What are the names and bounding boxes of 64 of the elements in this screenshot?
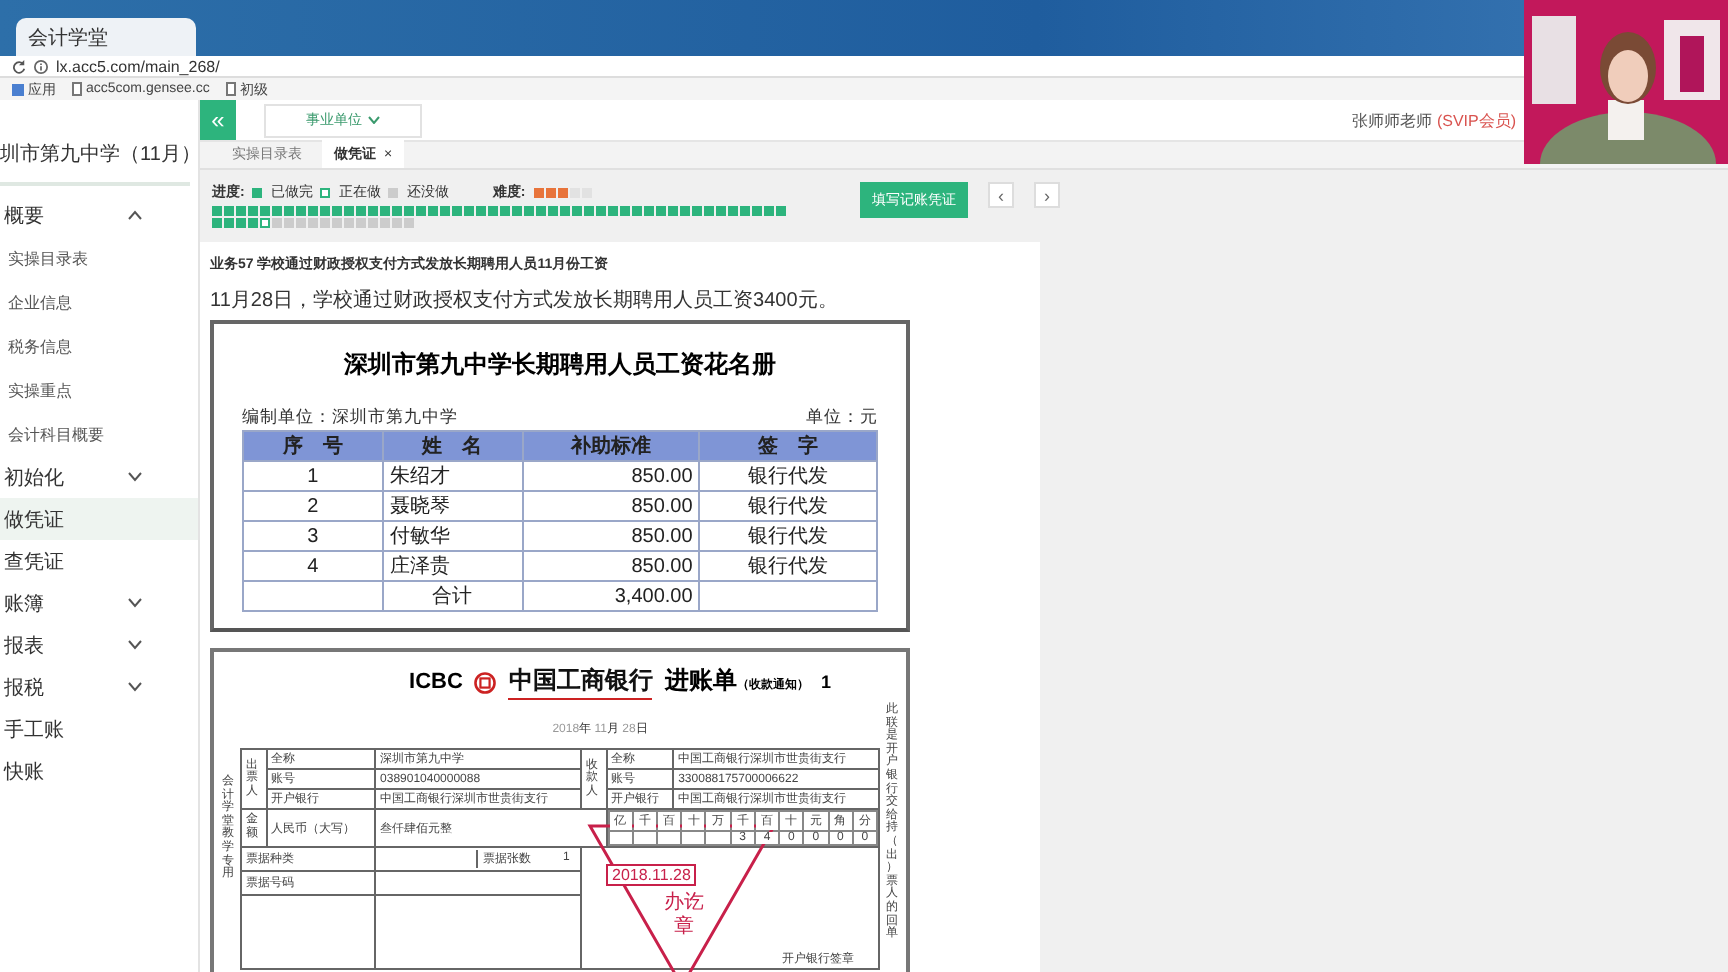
chevron-down-icon[interactable] bbox=[128, 640, 142, 650]
sidebar-subitem[interactable]: 企业信息 bbox=[0, 280, 198, 324]
bank-mark: ICBC bbox=[409, 670, 463, 694]
stamp-date: 2018.11.28 bbox=[606, 864, 697, 886]
table-cell: 3 bbox=[243, 521, 383, 551]
info-icon bbox=[34, 59, 48, 73]
user-name: 张师师老师 (SVIP会员) bbox=[1352, 109, 1516, 131]
table-cell: 银行代发 bbox=[699, 551, 877, 581]
reload-icon[interactable] bbox=[12, 59, 26, 73]
sidebar-item[interactable]: 查凭证 bbox=[0, 540, 198, 582]
table-cell: 850.00 bbox=[522, 461, 700, 491]
task-description: 11月28日，学校通过财政授权支付方式发放长期聘用人员工资3400元。 bbox=[210, 287, 840, 314]
next-button[interactable]: › bbox=[1034, 182, 1060, 208]
sidebar-item[interactable]: 做凭证 bbox=[0, 498, 198, 540]
browser-tab[interactable]: 会计学堂 bbox=[16, 18, 196, 56]
unit-label: 编制单位：深圳市第九中学 bbox=[242, 406, 458, 430]
sidebar-subitem[interactable]: 税务信息 bbox=[0, 324, 198, 368]
company-title: 圳市第九中学（11月） bbox=[0, 140, 190, 186]
table-cell: 银行代发 bbox=[699, 521, 877, 551]
table-cell: 付敏华 bbox=[382, 521, 523, 551]
table-cell: 4 bbox=[243, 551, 383, 581]
legend-swatch bbox=[320, 187, 331, 197]
previous-button[interactable]: ‹ bbox=[988, 182, 1014, 208]
chevron-down-icon[interactable] bbox=[128, 682, 142, 692]
address-field[interactable]: lx.acc5.com/main_268/ bbox=[56, 57, 220, 75]
table-cell: 3,400.00 bbox=[522, 581, 700, 611]
table-cell: 850.00 bbox=[522, 491, 700, 521]
copy-number: 1 bbox=[820, 672, 831, 692]
sidebar-subitem[interactable]: 会计科目概要 bbox=[0, 412, 198, 456]
column-header: 补助标准 bbox=[522, 431, 700, 461]
table-cell: 1 bbox=[243, 461, 383, 491]
sidebar-item[interactable]: 报税 bbox=[0, 666, 198, 708]
chevron-down-icon[interactable] bbox=[128, 598, 142, 608]
sidebar-item[interactable]: 账簿 bbox=[0, 582, 198, 624]
stamp-text: 办讫章 bbox=[662, 892, 706, 940]
sidebar-subitem[interactable]: 实操目录表 bbox=[0, 236, 198, 280]
sidebar-subitem[interactable]: 实操重点 bbox=[0, 368, 198, 412]
currency-label: 单位：元 bbox=[806, 406, 878, 430]
table-cell: 庄泽贵 bbox=[382, 551, 523, 581]
chevron-down-icon bbox=[368, 116, 380, 124]
sidebar-item[interactable]: 概要 bbox=[0, 194, 198, 236]
table-cell: 朱绍才 bbox=[382, 461, 523, 491]
table-cell: 银行代发 bbox=[699, 491, 877, 521]
table-cell: 850.00 bbox=[522, 521, 700, 551]
table-cell: 聂晓琴 bbox=[382, 491, 523, 521]
sidebar-item[interactable]: 报表 bbox=[0, 624, 198, 666]
document-title: 深圳市第九中学长期聘用人员工资花名册 bbox=[342, 348, 778, 382]
bank-logo-icon bbox=[474, 671, 497, 693]
apps-icon bbox=[12, 83, 24, 95]
legend-swatch bbox=[252, 187, 263, 197]
table-cell: 850.00 bbox=[522, 551, 700, 581]
table-cell: 合计 bbox=[382, 581, 523, 611]
table-cell: 2 bbox=[243, 491, 383, 521]
bank-name: 中国工商银行 bbox=[508, 664, 653, 700]
chevron-up-icon[interactable] bbox=[128, 210, 142, 220]
sidebar-item[interactable]: 手工账 bbox=[0, 708, 198, 750]
chevron-down-icon[interactable] bbox=[128, 472, 142, 482]
column-header: 姓 名 bbox=[382, 431, 523, 461]
column-header: 序 号 bbox=[243, 431, 383, 461]
sidebar-item[interactable]: 初始化 bbox=[0, 456, 198, 498]
table-cell: 银行代发 bbox=[699, 461, 877, 491]
sidebar-item[interactable]: 快账 bbox=[0, 750, 198, 792]
legend-swatch bbox=[388, 187, 399, 197]
column-header: 签 字 bbox=[699, 431, 877, 461]
